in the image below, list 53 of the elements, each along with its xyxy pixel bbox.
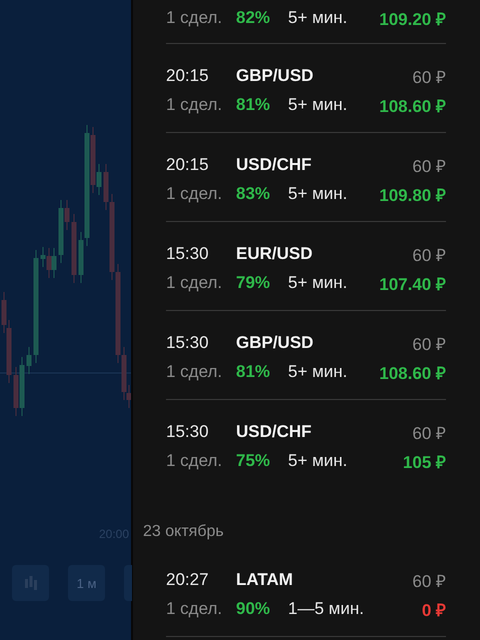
payout-amount: 107.40 ₽ <box>379 274 446 294</box>
chart-type-button[interactable] <box>12 565 49 601</box>
trade-count: 1 сдел. <box>166 599 224 619</box>
duration: 5+ мин. <box>288 362 348 382</box>
asset-name: USD/CHF <box>236 422 312 442</box>
toolbar-button[interactable] <box>124 565 132 601</box>
trade-time: 15:30 <box>166 333 210 353</box>
payout-amount: 105 ₽ <box>402 452 446 472</box>
trade-time: 20:15 <box>166 66 210 86</box>
candle <box>72 214 76 284</box>
trade-count: 1 сдел. <box>166 362 224 382</box>
asset-name: GBP/USD <box>236 333 314 353</box>
duration: 5+ мин. <box>288 273 348 293</box>
payout-amount: 108.60 ₽ <box>379 362 446 384</box>
trade-count: 1 сдел. <box>166 95 224 115</box>
candlestick-icon <box>24 574 38 592</box>
payout-percent: 81% <box>236 362 272 382</box>
payout-percent: 83% <box>236 184 272 204</box>
date-header: 23 октябрь <box>143 522 225 542</box>
duration: 5+ мин. <box>288 8 348 28</box>
asset-name: LATAM <box>236 570 293 590</box>
trade-count: 1 сдел. <box>166 273 224 293</box>
trade-time: 20:27 <box>166 570 210 590</box>
stake-amount: 60 ₽ <box>412 334 446 354</box>
stake-amount: 60 ₽ <box>412 244 446 266</box>
payout-percent: 90% <box>236 599 272 619</box>
payout-percent: 79% <box>236 273 272 293</box>
trade-time: 15:30 <box>166 244 210 264</box>
duration: 5+ мин. <box>288 184 348 204</box>
stake-amount: 60 ₽ <box>412 570 446 592</box>
stake-amount: 60 ₽ <box>412 66 446 88</box>
asset-name: EUR/USD <box>236 244 313 264</box>
stake-amount: 60 ₽ <box>412 422 446 444</box>
payout-amount: 0 ₽ <box>422 600 446 620</box>
trade-count: 1 сдел. <box>166 8 224 28</box>
duration: 5+ мин. <box>288 451 348 471</box>
timeframe-button[interactable]: 1 м <box>68 565 105 601</box>
stake-amount: 60 ₽ <box>412 156 446 176</box>
payout-percent: 82% <box>236 8 272 28</box>
payout-amount: 109.80 ₽ <box>379 184 446 206</box>
payout-amount: 109.20 ₽ <box>379 8 446 30</box>
payout-percent: 75% <box>236 451 272 471</box>
asset-name: GBP/USD <box>236 66 314 86</box>
trade-count: 1 сдел. <box>166 184 224 204</box>
duration: 5+ мин. <box>288 95 348 115</box>
trade-time: 15:30 <box>166 422 210 442</box>
asset-name: USD/CHF <box>236 155 312 175</box>
payout-amount: 108.60 ₽ <box>379 96 446 116</box>
payout-percent: 81% <box>236 95 272 115</box>
duration: 1—5 мин. <box>288 599 364 619</box>
trade-count: 1 сдел. <box>166 451 224 471</box>
trade-time: 20:15 <box>166 155 210 175</box>
candle <box>26 346 32 374</box>
